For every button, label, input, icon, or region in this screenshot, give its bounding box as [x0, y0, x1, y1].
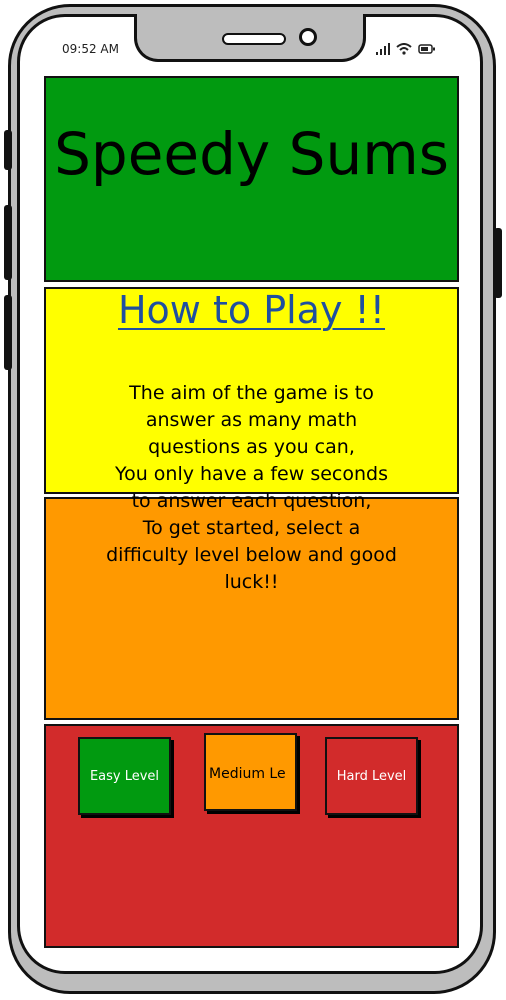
- side-button: [4, 295, 12, 370]
- side-button: [4, 130, 12, 170]
- wifi-icon: [396, 40, 412, 59]
- instruction-line: difficulty level below and good: [106, 544, 397, 566]
- easy-level-button[interactable]: Easy Level: [78, 737, 171, 815]
- front-camera: [299, 28, 317, 46]
- status-time: 09:52 AM: [62, 42, 119, 56]
- power-button: [494, 228, 502, 298]
- instructions-text: The aim of the game is to answer as many…: [44, 380, 459, 596]
- instruction-line: You only have a few seconds: [115, 463, 388, 485]
- instruction-line: answer as many math: [145, 409, 358, 431]
- instruction-line: luck!!: [224, 571, 279, 593]
- hard-level-button[interactable]: Hard Level: [325, 737, 418, 815]
- speaker-grille: [222, 33, 286, 45]
- status-icons: [376, 40, 436, 59]
- battery-icon: [418, 40, 436, 59]
- medium-level-button[interactable]: Medium Le: [204, 733, 297, 811]
- instruction-line: The aim of the game is to: [129, 382, 374, 404]
- signal-icon: [376, 40, 390, 59]
- how-to-play-title: How to Play !!: [117, 288, 385, 332]
- side-button: [4, 205, 12, 280]
- instruction-line: questions as you can,: [148, 436, 355, 458]
- instruction-line: to answer each question,: [131, 490, 372, 512]
- instruction-line: To get started, select a: [142, 517, 361, 539]
- app-title: Speedy Sums: [54, 120, 449, 188]
